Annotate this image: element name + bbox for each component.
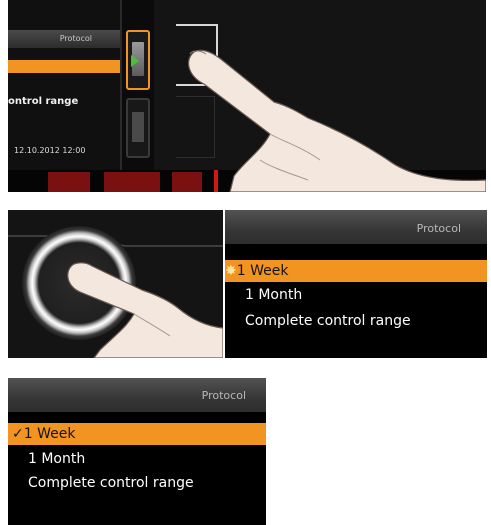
menu-item-label: Complete control range [245, 313, 411, 329]
menu-item-label: Complete control range [28, 475, 194, 491]
menu-item-label: 1 Month [245, 287, 303, 303]
menu-item-1-week[interactable]: ✓1 Week [8, 423, 266, 445]
menu-item-label: 1 Month [28, 451, 86, 467]
protocol-menu-screen-step4: Protocol ✓1 Week 1 Month Complete contro… [8, 378, 266, 525]
menu-header: Protocol [8, 378, 266, 412]
menu-item-complete-control-range[interactable]: Complete control range [225, 310, 487, 332]
menu-item-complete-control-range[interactable]: Complete control range [8, 472, 266, 494]
menu-item-label: 1 Week [23, 426, 76, 442]
menu-title: Protocol [201, 389, 246, 402]
menu-item-1-week[interactable]: ✸1 Week [225, 260, 487, 282]
device-touch-illustration: Protocol ontrol range 12.10.2012 12:00 [8, 0, 486, 192]
menu-item-label: 1 Week [236, 263, 289, 279]
menu-title: Protocol [416, 222, 461, 235]
pointing-hand-icon [67, 262, 223, 358]
selection-sun-icon: ✸ [225, 263, 237, 279]
protocol-menu-screen-step3: Protocol ✸1 Week 1 Month Complete contro… [225, 210, 487, 358]
round-button-illustration [8, 210, 223, 358]
pointing-hand-icon [187, 49, 486, 192]
menu-item-1-month[interactable]: 1 Month [8, 448, 266, 470]
checkmark-icon: ✓ [12, 426, 24, 442]
menu-item-1-month[interactable]: 1 Month [225, 284, 487, 306]
menu-header: Protocol [225, 210, 487, 244]
